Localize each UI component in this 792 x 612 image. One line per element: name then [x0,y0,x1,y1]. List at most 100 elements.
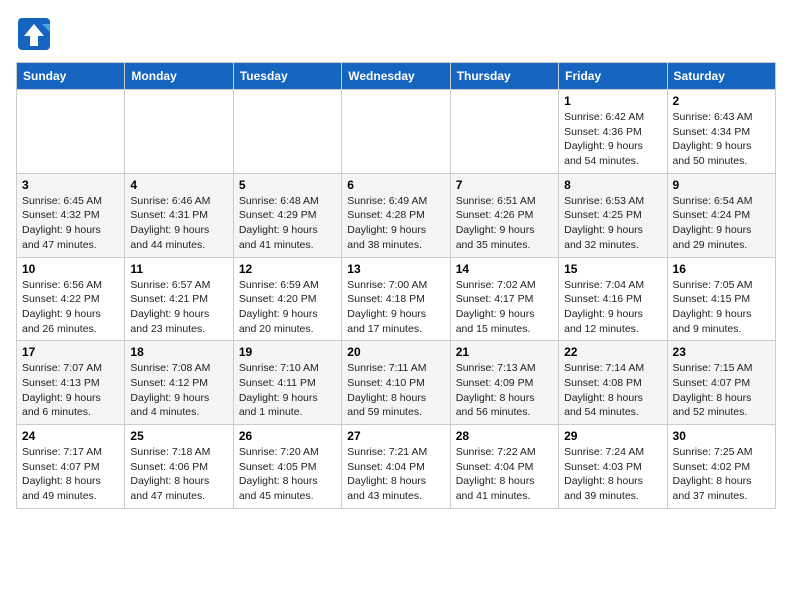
calendar-week-4: 17Sunrise: 7:07 AM Sunset: 4:13 PM Dayli… [17,341,776,425]
calendar-cell: 30 Sunrise: 7:25 AM Sunset: 4:02 PM Dayli… [667,425,775,509]
calendar-body: 1 Sunrise: 6:42 AM Sunset: 4:36 PM Daylig… [17,90,776,509]
day-info: Sunrise: 6:43 AM Sunset: 4:34 PM Dayligh… [673,110,770,169]
day-number: 15 [564,262,661,276]
calendar-cell: 16 Sunrise: 7:05 AM Sunset: 4:15 PM Dayli… [667,257,775,341]
day-number: 11 [130,262,227,276]
day-number: 21 [456,345,553,359]
calendar-week-5: 24 Sunrise: 7:17 AM Sunset: 4:07 PM Dayli… [17,425,776,509]
calendar-cell: 28 Sunrise: 7:22 AM Sunset: 4:04 PM Dayli… [450,425,558,509]
day-number: 20 [347,345,444,359]
day-number: 9 [673,178,770,192]
calendar-cell: 2 Sunrise: 6:43 AM Sunset: 4:34 PM Daylig… [667,90,775,174]
day-info: Sunrise: 7:10 AM Sunset: 4:11 PM Dayligh… [239,361,336,420]
calendar-cell: 20 Sunrise: 7:11 AM Sunset: 4:10 PM Dayli… [342,341,450,425]
calendar-cell: 25 Sunrise: 7:18 AM Sunset: 4:06 PM Dayli… [125,425,233,509]
day-info: Sunrise: 6:54 AM Sunset: 4:24 PM Dayligh… [673,194,770,253]
calendar-cell: 21Sunrise: 7:13 AM Sunset: 4:09 PM Dayli… [450,341,558,425]
day-info: Sunrise: 6:53 AM Sunset: 4:25 PM Dayligh… [564,194,661,253]
day-number: 18 [130,345,227,359]
calendar-cell: 19 Sunrise: 7:10 AM Sunset: 4:11 PM Dayli… [233,341,341,425]
calendar-cell: 27 Sunrise: 7:21 AM Sunset: 4:04 PM Dayli… [342,425,450,509]
calendar-cell: 22 Sunrise: 7:14 AM Sunset: 4:08 PM Dayli… [559,341,667,425]
calendar-cell: 29 Sunrise: 7:24 AM Sunset: 4:03 PM Dayli… [559,425,667,509]
calendar-cell [125,90,233,174]
day-number: 16 [673,262,770,276]
day-info: Sunrise: 7:22 AM Sunset: 4:04 PM Dayligh… [456,445,553,504]
calendar-week-1: 1 Sunrise: 6:42 AM Sunset: 4:36 PM Daylig… [17,90,776,174]
day-info: Sunrise: 6:46 AM Sunset: 4:31 PM Dayligh… [130,194,227,253]
day-info: Sunrise: 7:11 AM Sunset: 4:10 PM Dayligh… [347,361,444,420]
day-info: Sunrise: 7:04 AM Sunset: 4:16 PM Dayligh… [564,278,661,337]
day-info: Sunrise: 7:15 AM Sunset: 4:07 PM Dayligh… [673,361,770,420]
day-info: Sunrise: 7:25 AM Sunset: 4:02 PM Dayligh… [673,445,770,504]
day-info: Sunrise: 7:20 AM Sunset: 4:05 PM Dayligh… [239,445,336,504]
day-number: 25 [130,429,227,443]
day-info: Sunrise: 6:42 AM Sunset: 4:36 PM Dayligh… [564,110,661,169]
day-info: Sunrise: 6:45 AM Sunset: 4:32 PM Dayligh… [22,194,119,253]
calendar-cell: 3 Sunrise: 6:45 AM Sunset: 4:32 PM Daylig… [17,173,125,257]
day-info: Sunrise: 7:14 AM Sunset: 4:08 PM Dayligh… [564,361,661,420]
calendar-cell: 15 Sunrise: 7:04 AM Sunset: 4:16 PM Dayli… [559,257,667,341]
day-number: 2 [673,94,770,108]
calendar-header: SundayMondayTuesdayWednesdayThursdayFrid… [17,63,776,90]
calendar-cell: 26 Sunrise: 7:20 AM Sunset: 4:05 PM Dayli… [233,425,341,509]
day-info: Sunrise: 7:24 AM Sunset: 4:03 PM Dayligh… [564,445,661,504]
logo [16,16,56,52]
page-header [16,16,776,52]
calendar-cell: 5 Sunrise: 6:48 AM Sunset: 4:29 PM Daylig… [233,173,341,257]
calendar-table: SundayMondayTuesdayWednesdayThursdayFrid… [16,62,776,509]
day-info: Sunrise: 7:17 AM Sunset: 4:07 PM Dayligh… [22,445,119,504]
calendar-cell [342,90,450,174]
day-number: 29 [564,429,661,443]
weekday-header-thursday: Thursday [450,63,558,90]
calendar-cell: 11 Sunrise: 6:57 AM Sunset: 4:21 PM Dayli… [125,257,233,341]
day-number: 12 [239,262,336,276]
calendar-cell: 6Sunrise: 6:49 AM Sunset: 4:28 PM Daylig… [342,173,450,257]
day-number: 8 [564,178,661,192]
calendar-cell [233,90,341,174]
day-info: Sunrise: 6:56 AM Sunset: 4:22 PM Dayligh… [22,278,119,337]
day-number: 10 [22,262,119,276]
calendar-cell: 14Sunrise: 7:02 AM Sunset: 4:17 PM Dayli… [450,257,558,341]
day-number: 28 [456,429,553,443]
calendar-cell: 4Sunrise: 6:46 AM Sunset: 4:31 PM Daylig… [125,173,233,257]
calendar-cell: 7 Sunrise: 6:51 AM Sunset: 4:26 PM Daylig… [450,173,558,257]
day-info: Sunrise: 7:18 AM Sunset: 4:06 PM Dayligh… [130,445,227,504]
day-number: 26 [239,429,336,443]
calendar-week-2: 3 Sunrise: 6:45 AM Sunset: 4:32 PM Daylig… [17,173,776,257]
day-number: 1 [564,94,661,108]
day-number: 27 [347,429,444,443]
day-number: 17 [22,345,119,359]
day-number: 23 [673,345,770,359]
day-number: 19 [239,345,336,359]
calendar-cell: 13Sunrise: 7:00 AM Sunset: 4:18 PM Dayli… [342,257,450,341]
calendar-cell: 24 Sunrise: 7:17 AM Sunset: 4:07 PM Dayli… [17,425,125,509]
calendar-cell: 23 Sunrise: 7:15 AM Sunset: 4:07 PM Dayli… [667,341,775,425]
calendar-cell: 10 Sunrise: 6:56 AM Sunset: 4:22 PM Dayli… [17,257,125,341]
day-info: Sunrise: 7:21 AM Sunset: 4:04 PM Dayligh… [347,445,444,504]
calendar-cell: 18Sunrise: 7:08 AM Sunset: 4:12 PM Dayli… [125,341,233,425]
day-number: 24 [22,429,119,443]
weekday-header-sunday: Sunday [17,63,125,90]
day-info: Sunrise: 6:59 AM Sunset: 4:20 PM Dayligh… [239,278,336,337]
day-info: Sunrise: 6:51 AM Sunset: 4:26 PM Dayligh… [456,194,553,253]
day-number: 5 [239,178,336,192]
calendar-cell: 12 Sunrise: 6:59 AM Sunset: 4:20 PM Dayli… [233,257,341,341]
day-number: 30 [673,429,770,443]
calendar-cell [17,90,125,174]
day-info: Sunrise: 6:57 AM Sunset: 4:21 PM Dayligh… [130,278,227,337]
day-number: 7 [456,178,553,192]
day-number: 3 [22,178,119,192]
day-number: 22 [564,345,661,359]
calendar-cell: 9 Sunrise: 6:54 AM Sunset: 4:24 PM Daylig… [667,173,775,257]
day-info: Sunrise: 6:49 AM Sunset: 4:28 PM Dayligh… [347,194,444,253]
day-info: Sunrise: 7:05 AM Sunset: 4:15 PM Dayligh… [673,278,770,337]
day-info: Sunrise: 6:48 AM Sunset: 4:29 PM Dayligh… [239,194,336,253]
weekday-header-row: SundayMondayTuesdayWednesdayThursdayFrid… [17,63,776,90]
logo-icon [16,16,52,52]
calendar-cell: 8 Sunrise: 6:53 AM Sunset: 4:25 PM Daylig… [559,173,667,257]
weekday-header-monday: Monday [125,63,233,90]
calendar-cell [450,90,558,174]
calendar-cell: 1 Sunrise: 6:42 AM Sunset: 4:36 PM Daylig… [559,90,667,174]
weekday-header-wednesday: Wednesday [342,63,450,90]
